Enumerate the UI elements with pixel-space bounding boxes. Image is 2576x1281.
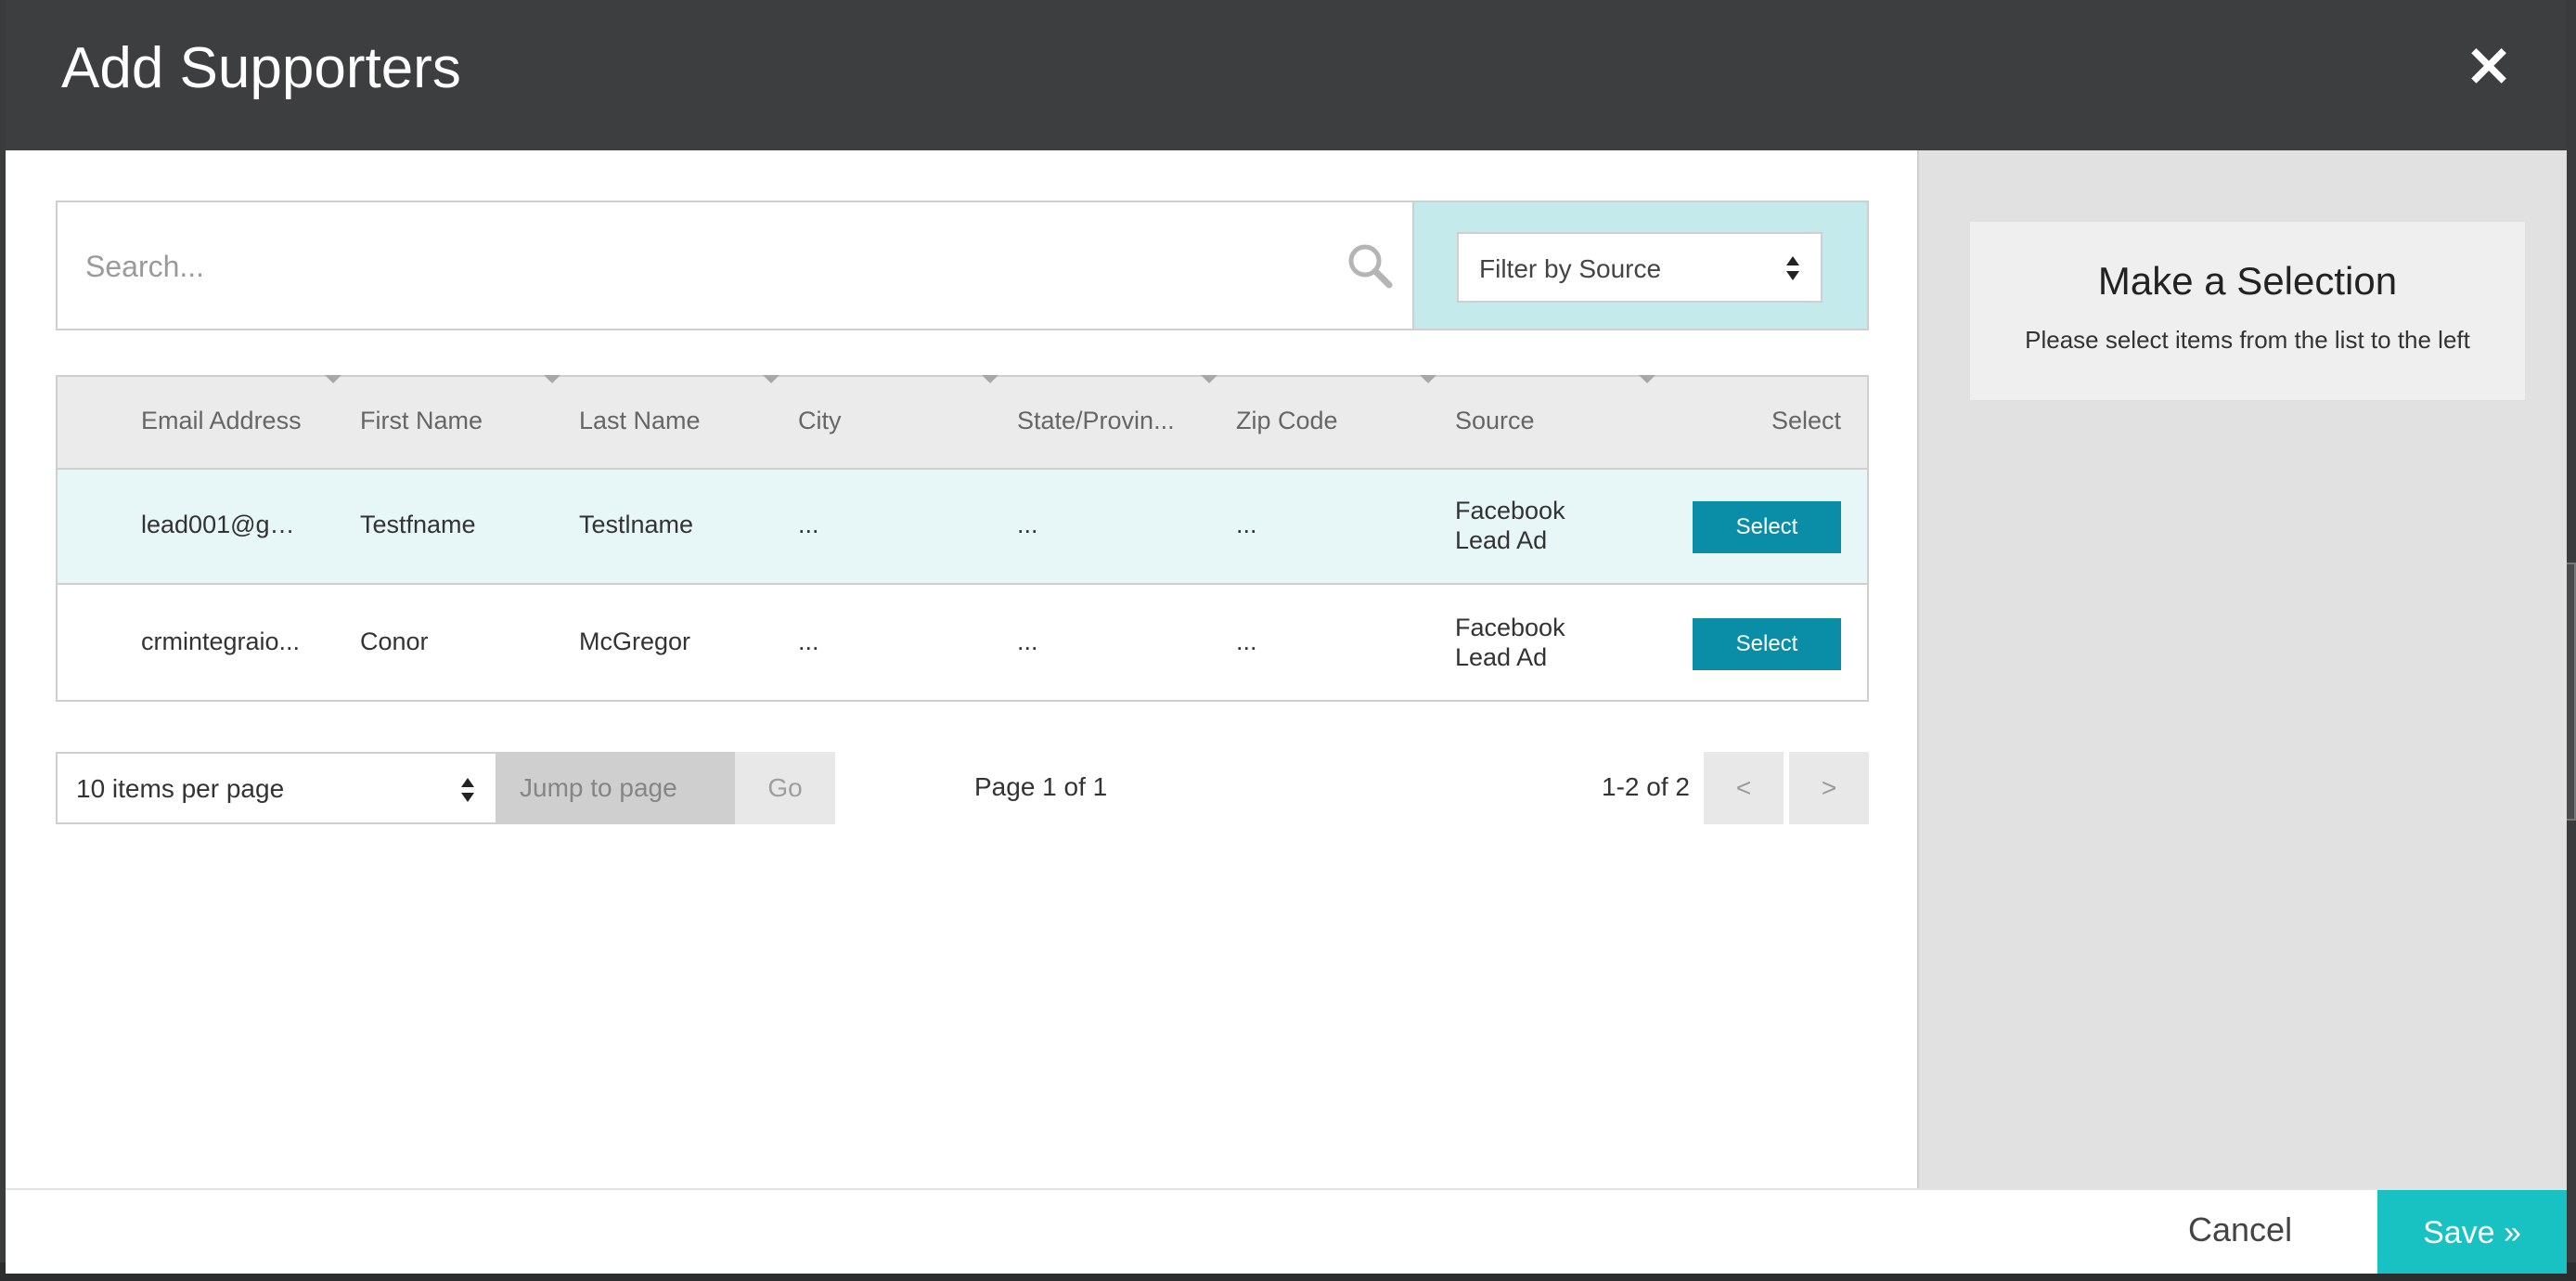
- items-per-page-label: 10 items per page: [76, 774, 285, 803]
- selection-pane: Make a Selection Please select items fro…: [1917, 150, 2567, 1188]
- table-row[interactable]: lead001@gm... Testfname Testlname ... ..…: [58, 470, 1867, 585]
- supporter-list-pane: Filter by Source Email Address First Nam…: [6, 150, 1917, 1188]
- cell-source: Facebook Lead Ad: [1455, 497, 1565, 554]
- add-supporters-modal: Add Supporters × Filter by Source Email …: [6, 0, 2567, 1274]
- sort-caret-icon[interactable]: [763, 375, 779, 383]
- cell-email: lead001@gm...: [141, 511, 308, 538]
- modal-footer: Cancel Save »: [6, 1188, 2567, 1274]
- jump-to-page-input[interactable]: [497, 752, 735, 824]
- items-per-page-select[interactable]: 10 items per page: [56, 752, 497, 824]
- modal-header: Add Supporters ×: [6, 0, 2567, 150]
- save-button[interactable]: Save »: [2377, 1190, 2567, 1274]
- cell-first-name: Testfname: [360, 511, 476, 538]
- sort-caret-icon[interactable]: [325, 375, 341, 383]
- table-row[interactable]: crmintegraio... Conor McGregor ... ... .…: [58, 587, 1867, 702]
- cell-state: ...: [1017, 511, 1038, 538]
- supporters-table: Email Address First Name Last Name City …: [56, 375, 1869, 702]
- go-button[interactable]: Go: [735, 752, 835, 824]
- select-arrows-icon: [1786, 256, 1799, 280]
- filter-select-label: Filter by Source: [1479, 254, 1662, 283]
- range-info: 1-2 of 2: [1602, 772, 1690, 801]
- cell-zip: ...: [1236, 511, 1257, 538]
- select-row-button[interactable]: Select: [1693, 501, 1841, 553]
- next-page-button[interactable]: >: [1789, 752, 1869, 824]
- cell-first-name: Conor: [360, 628, 429, 655]
- sort-caret-icon[interactable]: [1639, 375, 1655, 383]
- column-header-select: Select: [1771, 407, 1841, 434]
- column-header-city[interactable]: City: [798, 407, 993, 435]
- close-icon[interactable]: ×: [2461, 35, 2517, 95]
- page-info: Page 1 of 1: [974, 772, 1108, 801]
- search-icon[interactable]: [1346, 241, 1394, 290]
- selection-subtitle: Please select items from the list to the…: [2025, 326, 2470, 354]
- sort-caret-icon[interactable]: [1201, 375, 1217, 383]
- selection-title: Make a Selection: [2097, 259, 2398, 303]
- cell-last-name: McGregor: [579, 628, 691, 655]
- sort-caret-icon[interactable]: [1420, 375, 1436, 383]
- filter-area: Filter by Source: [1414, 201, 1869, 330]
- cell-city: ...: [798, 511, 819, 538]
- column-header-source[interactable]: Source: [1455, 407, 1650, 435]
- filter-by-source-select[interactable]: Filter by Source: [1457, 232, 1823, 303]
- sort-caret-icon[interactable]: [544, 375, 560, 383]
- selection-card: Make a Selection Please select items fro…: [1969, 221, 2526, 401]
- table-header: Email Address First Name Last Name City …: [58, 375, 1867, 470]
- column-header-state[interactable]: State/Provin...: [1017, 407, 1212, 435]
- cell-zip: ...: [1236, 628, 1257, 655]
- previous-page-button[interactable]: <: [1704, 752, 1784, 824]
- cell-email: crmintegraio...: [141, 628, 301, 655]
- column-header-first-name[interactable]: First Name: [360, 407, 555, 435]
- cell-last-name: Testlname: [579, 511, 694, 538]
- column-header-zip[interactable]: Zip Code: [1236, 407, 1431, 435]
- column-header-last-name[interactable]: Last Name: [579, 407, 774, 435]
- cell-state: ...: [1017, 628, 1038, 655]
- cell-source: Facebook Lead Ad: [1455, 614, 1565, 671]
- cancel-button[interactable]: Cancel: [2188, 1210, 2292, 1249]
- select-arrows-icon: [461, 778, 474, 802]
- column-header-email[interactable]: Email Address: [141, 407, 336, 435]
- modal-title: Add Supporters: [61, 36, 461, 100]
- search-input[interactable]: [85, 236, 1292, 297]
- sort-caret-icon[interactable]: [982, 375, 998, 383]
- search-box: [56, 201, 1414, 330]
- cell-city: ...: [798, 628, 819, 655]
- select-row-button[interactable]: Select: [1693, 618, 1841, 670]
